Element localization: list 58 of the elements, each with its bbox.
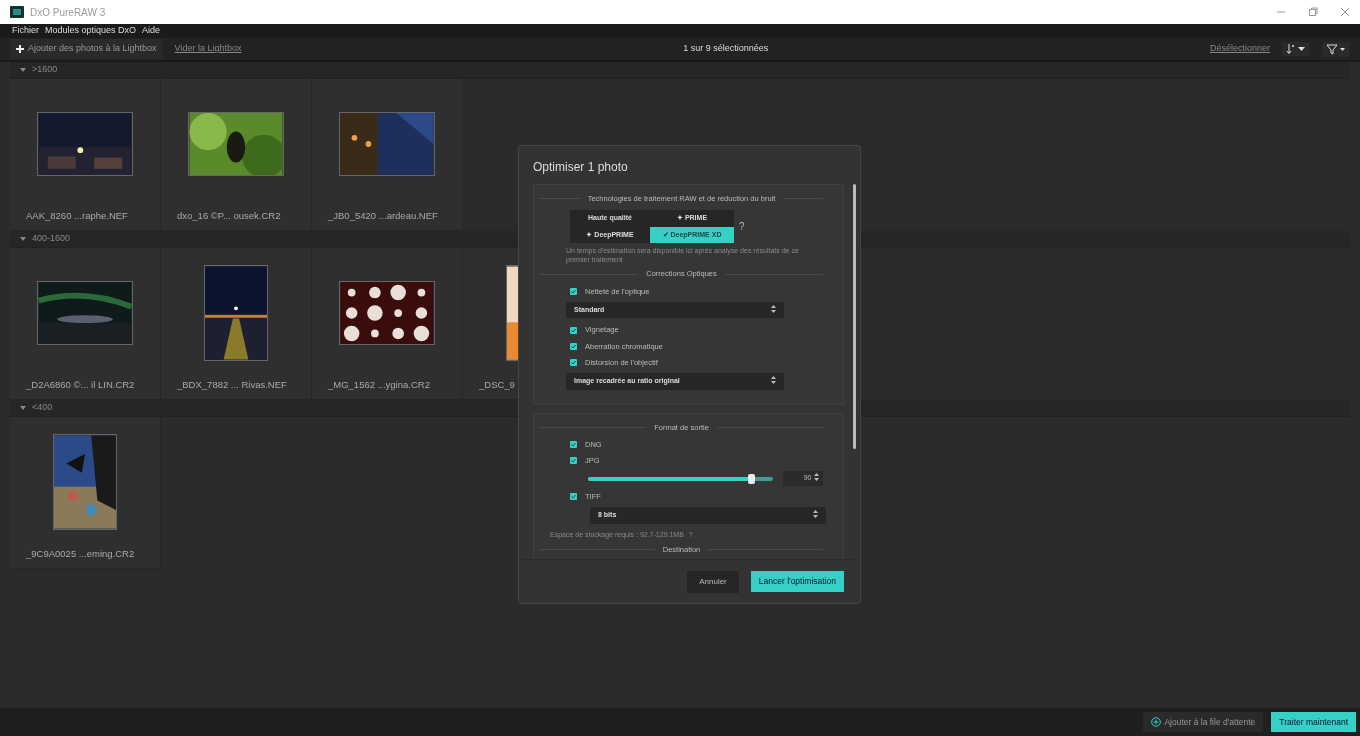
group-label: >1600 — [32, 63, 58, 77]
checkbox[interactable] — [570, 342, 577, 350]
photo-tile[interactable]: _BDX_7882 ... Rivas.NEF — [161, 248, 312, 400]
spinner-arrows-icon — [814, 473, 819, 482]
file-name: _DSC_9 — [478, 377, 515, 392]
expand-icon[interactable] — [20, 67, 26, 73]
file-name: dxo_16 ©P... ousek.CR2 — [176, 208, 281, 223]
plus-icon — [16, 45, 24, 53]
deselect-link[interactable]: Désélectionner — [1209, 42, 1270, 56]
close-icon[interactable] — [1340, 7, 1350, 17]
help-mark[interactable]: ? — [739, 219, 745, 235]
checkbox[interactable] — [570, 457, 577, 465]
file-name: _BDX_7882 ... Rivas.NEF — [176, 377, 287, 392]
filter-icon — [1326, 43, 1346, 55]
spinner-arrows-icon — [771, 304, 776, 313]
checkbox[interactable] — [570, 287, 577, 295]
photo-tile[interactable]: _9C9A0025 ...eming.CR2 — [10, 417, 161, 569]
group-label: 400-1600 — [32, 232, 71, 246]
menu-item[interactable]: Fichier — [12, 24, 39, 38]
photo-tile[interactable]: _D2A6860 ©... il LIN.CR2 — [10, 248, 161, 400]
slider-track[interactable] — [588, 476, 773, 481]
file-name: _JB0_5420 ...ardeau.NEF — [327, 208, 438, 223]
menu-item[interactable]: Modules optiques DxO — [45, 24, 137, 38]
add-circle-icon — [1151, 717, 1162, 727]
checkbox[interactable] — [570, 359, 577, 367]
photo-tile[interactable]: dxo_16 ©P... ousek.CR2 — [161, 79, 312, 231]
clear-lightbox-link[interactable]: Vider la Lightbox — [174, 42, 242, 56]
window-title: DxO PureRAW 3 — [30, 5, 106, 20]
add-photos-button[interactable]: Ajouter des photos à la Lightbox — [10, 39, 163, 59]
cancel-button[interactable]: Annuler — [687, 570, 739, 593]
start-optimization-button[interactable]: Lancer l'optimisation — [750, 571, 844, 592]
slider-thumb[interactable] — [747, 473, 755, 484]
sort-button[interactable] — [1282, 42, 1310, 56]
file-name: AAK_8260 ...raphe.NEF — [25, 208, 128, 223]
expand-icon[interactable] — [20, 236, 26, 242]
file-name: _MG_1562 ...ygina.CR2 — [327, 377, 430, 392]
sort-icon — [1286, 44, 1306, 54]
selection-count: 1 sur 9 sélectionnées — [682, 42, 770, 56]
photo-tile[interactable]: AAK_8260 ...raphe.NEF — [10, 79, 161, 231]
checkbox[interactable] — [570, 441, 577, 449]
spinner-arrows-icon — [771, 376, 776, 385]
checkbox[interactable] — [570, 493, 577, 501]
photo-tile[interactable]: _MG_1562 ...ygina.CR2 — [312, 248, 463, 400]
app-logo-icon — [10, 6, 24, 18]
add-to-queue-button[interactable]: Ajouter à la file d'attente — [1143, 711, 1264, 733]
file-name: _9C9A0025 ...eming.CR2 — [25, 546, 135, 561]
checkbox[interactable] — [570, 326, 577, 334]
process-now-button[interactable]: Traiter maintenant — [1271, 711, 1356, 733]
dialog-title: Optimiser 1 photo — [532, 159, 629, 176]
file-name: _D2A6860 ©... il LIN.CR2 — [25, 377, 135, 392]
expand-icon[interactable] — [20, 405, 26, 411]
menu-item[interactable]: Aide — [142, 24, 161, 38]
scrollbar[interactable] — [853, 184, 856, 449]
filter-button[interactable] — [1322, 41, 1350, 57]
photo-tile[interactable]: _JB0_5420 ...ardeau.NEF — [312, 79, 463, 231]
spinner-arrows-icon — [813, 510, 818, 519]
group-label: <400 — [32, 401, 53, 415]
restore-icon[interactable] — [1308, 7, 1318, 17]
